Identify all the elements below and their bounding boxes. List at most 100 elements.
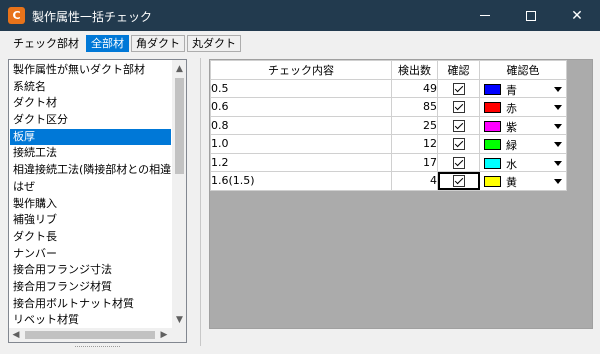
- list-item[interactable]: ダクト区分: [10, 112, 171, 129]
- color-name: 水: [506, 157, 517, 171]
- list-item[interactable]: 製作購入: [10, 196, 171, 213]
- chevron-down-icon[interactable]: [554, 142, 562, 147]
- minimize-button[interactable]: [462, 0, 508, 31]
- color-select[interactable]: 黄: [479, 171, 567, 191]
- count-cell[interactable]: 12: [391, 134, 438, 154]
- table-row[interactable]: 0.6 85 赤: [210, 97, 567, 117]
- list-item[interactable]: はぜ: [10, 179, 171, 196]
- table-row[interactable]: 1.2 17 水: [210, 152, 567, 172]
- chevron-down-icon[interactable]: [554, 160, 562, 166]
- color-swatch: [484, 157, 501, 169]
- table-row[interactable]: 1.0 12 緑: [210, 134, 567, 154]
- color-select[interactable]: 紫: [479, 115, 567, 135]
- attribute-list[interactable]: 製作属性が無いダクト部材 系統名 ダクト材 ダクト区分 板厚 接続工法 相違接続工法(隣接部…: [8, 59, 187, 343]
- count-cell[interactable]: 17: [391, 152, 438, 172]
- confirm-checkbox[interactable]: [452, 138, 465, 151]
- filter-tabs: チェック部材 全部材 角ダクト 丸ダクト: [8, 35, 243, 52]
- confirm-cell[interactable]: [437, 171, 480, 191]
- chevron-down-icon[interactable]: [554, 179, 562, 184]
- chevron-down-icon[interactable]: [554, 105, 562, 110]
- list-item[interactable]: 系統名: [10, 79, 171, 96]
- confirm-cell[interactable]: [437, 115, 480, 135]
- maximize-button[interactable]: [508, 0, 554, 31]
- check-content-cell[interactable]: 0.8: [210, 115, 392, 135]
- confirm-checkbox[interactable]: [452, 82, 465, 95]
- list-item[interactable]: ダクト長: [10, 229, 171, 246]
- list-item[interactable]: 板厚: [10, 128, 171, 146]
- vertical-scroll-thumb[interactable]: [175, 78, 184, 174]
- check-content-cell[interactable]: 0.6: [210, 97, 392, 117]
- panel-splitter[interactable]: [200, 58, 201, 346]
- color-name: 紫: [506, 120, 517, 134]
- tab-3[interactable]: 丸ダクト: [187, 35, 241, 52]
- list-item[interactable]: 補強リブ: [10, 212, 171, 229]
- check-grid-panel: チェック内容 検出数 確認 確認色 0.5 49 青 0.6 85 赤 0.8 25 紫 1.0 1…: [209, 59, 593, 329]
- window: C 製作属性一括チェック ✕ チェック部材 全部材 角ダクト 丸ダクト 製作属性が無い…: [0, 0, 600, 354]
- scroll-right-icon[interactable]: ▶: [157, 328, 171, 342]
- confirm-cell[interactable]: [437, 97, 480, 117]
- title-bar: C 製作属性一括チェック ✕: [0, 0, 600, 31]
- maximize-icon: [526, 10, 536, 21]
- scroll-left-icon[interactable]: ◀: [9, 328, 23, 342]
- list-item[interactable]: 接合用フランジ材質: [10, 279, 171, 296]
- table-row[interactable]: 0.8 25 紫: [210, 115, 567, 135]
- count-cell[interactable]: 49: [391, 78, 438, 98]
- checkmark-icon: [454, 120, 463, 129]
- table-row[interactable]: 0.5 49 青: [210, 78, 567, 98]
- confirm-cell[interactable]: [437, 152, 480, 172]
- color-name: 黄: [506, 176, 517, 189]
- header-content[interactable]: チェック内容: [210, 60, 392, 80]
- vertical-scrollbar[interactable]: ▲ ▼: [172, 60, 186, 328]
- color-select[interactable]: 緑: [479, 134, 567, 154]
- count-cell[interactable]: 25: [391, 115, 438, 135]
- confirm-checkbox[interactable]: [452, 175, 465, 188]
- chevron-down-icon[interactable]: [554, 86, 562, 92]
- check-content-cell[interactable]: 0.5: [210, 78, 392, 98]
- header-count[interactable]: 検出数: [391, 60, 438, 80]
- scroll-up-icon[interactable]: ▲: [172, 62, 186, 76]
- checkmark-icon: [454, 83, 463, 92]
- header-color[interactable]: 確認色: [479, 60, 567, 80]
- check-content-cell[interactable]: 1.6(1.5): [210, 171, 392, 191]
- confirm-checkbox[interactable]: [452, 101, 465, 114]
- color-select[interactable]: 水: [479, 152, 567, 172]
- list-item[interactable]: 製作属性が無いダクト部材: [10, 62, 171, 79]
- confirm-checkbox[interactable]: [452, 119, 465, 132]
- chevron-down-icon[interactable]: [554, 123, 562, 129]
- color-select[interactable]: 赤: [479, 97, 567, 117]
- confirm-checkbox[interactable]: [452, 156, 465, 169]
- color-swatch: [484, 120, 501, 132]
- splitter-grip[interactable]: [75, 346, 120, 348]
- horizontal-scroll-thumb[interactable]: [25, 331, 155, 339]
- tab-0[interactable]: チェック部材: [8, 35, 84, 52]
- color-swatch: [484, 83, 501, 95]
- list-item[interactable]: 相違接続工法(隣接部材との相違工: [10, 162, 171, 179]
- count-cell[interactable]: 85: [391, 97, 438, 117]
- checkmark-icon: [454, 176, 463, 185]
- list-item[interactable]: ナンバー: [10, 246, 171, 263]
- color-swatch: [484, 102, 501, 113]
- count-cell[interactable]: 4: [391, 171, 438, 191]
- confirm-cell[interactable]: [437, 78, 480, 98]
- minimize-icon: [480, 15, 490, 16]
- close-button[interactable]: ✕: [554, 0, 600, 31]
- scroll-down-icon[interactable]: ▼: [172, 313, 186, 327]
- table-row[interactable]: 1.6(1.5) 4 黄: [210, 171, 567, 191]
- list-item[interactable]: 接続工法: [10, 145, 171, 162]
- checkmark-icon: [454, 139, 463, 148]
- header-confirm[interactable]: 確認: [437, 60, 480, 80]
- confirm-cell[interactable]: [437, 134, 480, 154]
- window-title: 製作属性一括チェック: [32, 10, 153, 24]
- tab-1[interactable]: 全部材: [86, 35, 129, 52]
- check-content-cell[interactable]: 1.2: [210, 152, 392, 172]
- list-item[interactable]: ダクト材: [10, 95, 171, 112]
- tab-2[interactable]: 角ダクト: [131, 35, 185, 52]
- grid-header-row: チェック内容 検出数 確認 確認色: [210, 60, 567, 80]
- list-item[interactable]: リベット材質: [10, 312, 171, 329]
- check-content-cell[interactable]: 1.0: [210, 134, 392, 154]
- horizontal-scrollbar[interactable]: ◀ ▶: [9, 328, 186, 342]
- app-icon: C: [8, 7, 25, 24]
- list-item[interactable]: 接合用フランジ寸法: [10, 262, 171, 279]
- color-select[interactable]: 青: [479, 78, 567, 98]
- list-item[interactable]: 接合用ボルトナット材質: [10, 296, 171, 313]
